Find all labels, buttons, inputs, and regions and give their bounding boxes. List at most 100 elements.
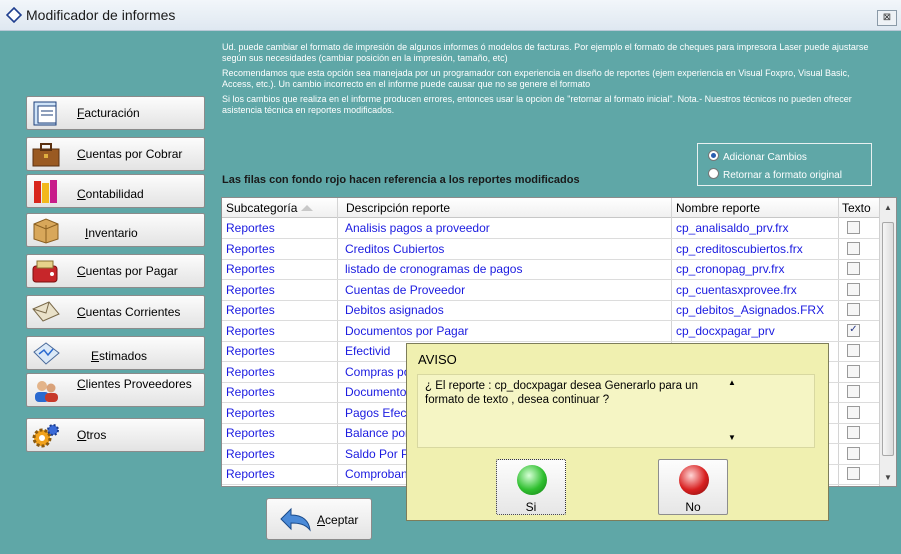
info-paragraph: Si los cambios que realiza en el informe… — [222, 94, 852, 115]
sidebar-item-label: Facturación — [77, 106, 140, 120]
cell-descripcion: Documentos por Pagar — [345, 323, 469, 338]
info-paragraph: Recomendamos que esta opción sea manejad… — [222, 68, 850, 89]
scroll-up-icon[interactable]: ▲ — [728, 378, 736, 387]
dialog-title: AVISO — [418, 352, 457, 367]
texto-checkbox[interactable] — [847, 282, 860, 296]
accept-button[interactable]: Aceptar — [266, 498, 372, 540]
grid-scrollbar[interactable]: ▲ ▼ — [879, 198, 896, 486]
sidebar-item-label: Cuentas por Pagar — [77, 264, 178, 278]
no-label: No — [685, 500, 701, 514]
sidebar-item-label: Otros — [77, 428, 107, 442]
scroll-thumb[interactable] — [882, 222, 894, 456]
cell-nombre: cp_cuentasxprovee.frx — [676, 282, 797, 297]
wallet-icon — [32, 260, 58, 283]
radio-label: Retornar a formato original — [723, 170, 842, 181]
texto-checkbox[interactable]: ✓ — [847, 323, 860, 337]
sidebar-item-cuentas-corrientes[interactable]: Cuentas Corrientes — [26, 295, 205, 329]
gears-icon — [32, 424, 59, 448]
modified-rows-note: Las filas con fondo rojo hacen referenci… — [222, 174, 580, 186]
chart-paper-icon — [33, 342, 60, 365]
yes-button[interactable]: Si — [496, 459, 566, 515]
cell-nombre: cp_docxpagar_prv — [676, 323, 775, 338]
grid-header: Subcategoría Descripción reporte Nombre … — [222, 198, 896, 218]
window-icon — [6, 7, 22, 23]
table-row[interactable]: Reportes listado de cronogramas de pagos c… — [222, 259, 879, 280]
table-row[interactable]: Reportes Cuentas de Proveedor cp_cuentasxp… — [222, 280, 879, 301]
radio-dot — [708, 150, 719, 161]
back-arrow-icon — [280, 507, 311, 532]
header-texto[interactable]: Texto — [842, 201, 871, 215]
texto-checkbox[interactable] — [847, 221, 860, 234]
texto-checkbox[interactable] — [847, 262, 860, 275]
format-options-group: Adicionar Cambios Retornar a formato ori… — [697, 143, 872, 186]
warning-dialog: AVISO ¿ El reporte : cp_docxpagar desea … — [406, 343, 829, 521]
radio-add-changes[interactable]: Adicionar Cambios — [708, 150, 807, 163]
cell-subcategoria: Reportes — [226, 344, 275, 358]
sidebar-item-cuentas-por-pagar[interactable]: Cuentas por Pagar — [26, 254, 205, 288]
cell-descripcion: Analisis pagos a proveedor — [345, 221, 490, 235]
cell-descripcion: listado de cronogramas de pagos — [345, 262, 523, 276]
header-nombre[interactable]: Nombre reporte — [676, 201, 760, 215]
sort-ascending-icon — [301, 205, 313, 211]
sidebar-item-contabilidad[interactable]: Contabilidad — [26, 174, 205, 208]
cell-subcategoria: Reportes — [226, 221, 275, 235]
texto-checkbox[interactable] — [847, 364, 860, 378]
texto-checkbox[interactable] — [847, 303, 860, 316]
cell-subcategoria: Reportes — [226, 323, 275, 338]
title-bar: Modificador de informes ⊠ — [0, 0, 901, 31]
sidebar-item-cuentas-por-cobrar[interactable]: Cuentas por Cobrar — [26, 137, 205, 171]
no-button[interactable]: No — [658, 459, 728, 515]
header-descripcion[interactable]: Descripción reporte — [346, 201, 450, 215]
sidebar-item-facturacion[interactable]: Facturación — [26, 96, 205, 130]
header-subcategoria[interactable]: Subcategoría — [226, 201, 297, 215]
cell-subcategoria: Reportes — [226, 405, 275, 420]
cell-nombre: cp_analisaldo_prv.frx — [676, 221, 789, 235]
radio-return-original[interactable]: Retornar a formato original — [708, 168, 842, 181]
radio-label: Adicionar Cambios — [723, 152, 807, 163]
books-icon — [34, 180, 57, 203]
cell-subcategoria: Reportes — [226, 303, 275, 317]
cell-nombre: cp_debitos_Asignados.FRX — [676, 303, 825, 317]
table-row[interactable]: Reportes Debitos asignados cp_debitos_Asig… — [222, 300, 879, 321]
sidebar-item-inventario[interactable]: Inventario — [26, 213, 205, 247]
texto-checkbox[interactable] — [847, 344, 860, 357]
accept-label: Aceptar — [317, 513, 359, 527]
sidebar-item-otros[interactable]: Otros — [26, 418, 205, 452]
cell-subcategoria: Reportes — [226, 282, 275, 297]
sidebar-item-label: Contabilidad — [77, 187, 144, 201]
texto-checkbox[interactable] — [847, 405, 860, 419]
scroll-down-icon[interactable]: ▼ — [884, 473, 892, 482]
cell-subcategoria: Reportes — [226, 385, 275, 399]
sidebar-item-estimados[interactable]: Estimados — [26, 336, 205, 370]
texto-checkbox[interactable] — [847, 241, 860, 255]
cell-nombre: cp_cronopag_prv.frx — [676, 262, 785, 276]
texto-checkbox[interactable] — [847, 446, 860, 460]
table-row[interactable]: Reportes Documentos por Pagar cp_docxpagar… — [222, 321, 879, 342]
scroll-up-icon[interactable]: ▲ — [884, 203, 892, 212]
sidebar-item-label: Inventario — [85, 226, 138, 240]
scroll-down-icon[interactable]: ▼ — [728, 433, 736, 442]
sidebar-item-label: Cuentas Corrientes — [77, 305, 181, 319]
invoice-icon — [33, 101, 57, 126]
sidebar-item-label: Cuentas por Cobrar — [77, 147, 183, 161]
yes-label: Si — [525, 500, 537, 514]
close-button[interactable]: ⊠ — [877, 10, 897, 26]
texto-checkbox[interactable] — [847, 426, 860, 439]
cell-subcategoria: Reportes — [226, 426, 275, 440]
sidebar-item-label: Estimados — [91, 349, 148, 363]
envelope-icon — [32, 301, 60, 322]
sidebar-item-clientes-proveedores[interactable]: Clientes Proveedores — [26, 373, 205, 407]
texto-checkbox[interactable] — [847, 467, 860, 480]
cell-descripcion: Creditos Cubiertos — [345, 241, 445, 256]
cell-subcategoria: Reportes — [226, 364, 275, 379]
window-title: Modificador de informes — [26, 7, 176, 23]
dialog-message: ¿ El reporte : cp_docxpagar desea Genera… — [425, 380, 698, 406]
info-paragraph: Ud. puede cambiar el formato de impresió… — [222, 42, 869, 63]
cell-nombre: cp_creditoscubiertos.frx — [676, 241, 803, 256]
cell-subcategoria: Reportes — [226, 446, 275, 461]
texto-checkbox[interactable] — [847, 385, 860, 398]
table-row[interactable]: Reportes Creditos Cubiertos cp_creditoscub… — [222, 239, 879, 260]
table-row[interactable]: Reportes Analisis pagos a proveedor cp_ana… — [222, 218, 879, 239]
cell-subcategoria: Reportes — [226, 262, 275, 276]
cell-descripcion: Debitos asignados — [345, 303, 444, 317]
